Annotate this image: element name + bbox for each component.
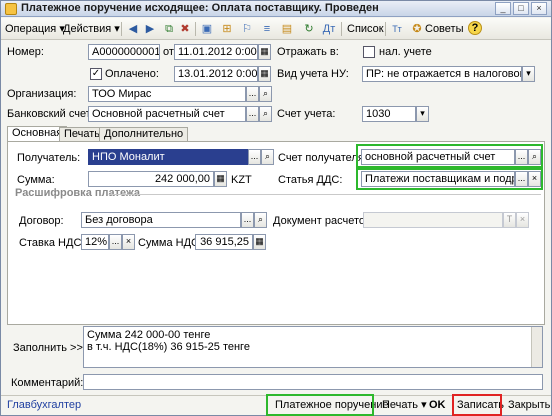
fill-button[interactable]: Заполнить >>: [13, 341, 83, 355]
sum-label: Сумма:: [17, 174, 55, 186]
comment-field[interactable]: [83, 374, 543, 390]
nu-dropdown-icon[interactable]: ▾: [522, 66, 535, 82]
contract-search-icon[interactable]: ⌕: [254, 212, 267, 228]
vat-sum-calculator-icon[interactable]: ▦: [253, 234, 266, 250]
close-button[interactable]: Закрыть: [508, 398, 550, 414]
payment-purpose-textarea[interactable]: Сумма 242 000-00 тенге в т.ч. НДС(18%) 3…: [83, 326, 543, 368]
from-label: от: [163, 46, 174, 58]
report-icon[interactable]: ≡: [259, 21, 275, 37]
forward-icon[interactable]: ▶: [142, 21, 158, 37]
calculator-icon[interactable]: ▤: [279, 21, 295, 37]
vat-sum-label: Сумма НДС:: [138, 237, 203, 249]
vat-rate-field[interactable]: 12%: [81, 234, 109, 250]
bank-account-select-icon[interactable]: ...: [246, 106, 259, 122]
payment-breakdown-header: Расшифровка платежа: [15, 187, 141, 199]
account-label: Счет учета:: [277, 108, 336, 120]
organization-search-icon[interactable]: ⌕: [259, 86, 272, 102]
bank-account-field[interactable]: Основной расчетный счет: [88, 106, 246, 122]
settlement-clear-icon[interactable]: ×: [516, 212, 529, 228]
organization-select-icon[interactable]: ...: [246, 86, 259, 102]
contract-label: Договор:: [19, 215, 64, 227]
account-dropdown-icon[interactable]: ▾: [416, 106, 429, 122]
bank-account-label: Банковский счет:: [7, 108, 94, 120]
tax-accounting-label: нал. учете: [379, 46, 432, 58]
recipient-label: Получатель:: [17, 152, 81, 164]
ok-button[interactable]: OK: [429, 398, 446, 414]
calculator-field-icon[interactable]: ▦: [214, 171, 227, 187]
toolbar: Операция ▾ Действия ▾ ◀ ▶ ⧉ ✖ ▣ ⊞ ⚐ ≡ ▤ …: [1, 18, 551, 40]
minimize-button[interactable]: _: [495, 2, 511, 15]
settlement-doc-field[interactable]: [363, 212, 503, 228]
copy-icon[interactable]: ⧉: [161, 21, 177, 37]
currency-label: KZT: [231, 174, 252, 186]
settlement-type-icon[interactable]: T: [503, 212, 516, 228]
calendar-icon[interactable]: ▦: [258, 44, 271, 60]
title-bar: Платежное поручение исходящее: Оплата по…: [1, 1, 551, 17]
highlight-payment-order: [266, 394, 374, 416]
tips-button[interactable]: Советы: [425, 21, 463, 37]
recipient-select-icon[interactable]: ...: [248, 149, 261, 165]
organization-field[interactable]: ТОО Мирас: [88, 86, 246, 102]
refresh-icon[interactable]: ↻: [301, 21, 317, 37]
tab-additional[interactable]: Дополнительно: [99, 127, 189, 142]
dds-label: Статья ДДС:: [278, 174, 343, 186]
vat-sum-field[interactable]: 36 915,25: [195, 234, 253, 250]
paid-calendar-icon[interactable]: ▦: [258, 66, 271, 82]
vat-rate-select-icon[interactable]: ...: [109, 234, 122, 250]
date-field[interactable]: 11.01.2012 0:00:00: [174, 44, 258, 60]
nu-label: Вид учета НУ:: [277, 68, 349, 80]
structure-icon[interactable]: ⊞: [219, 21, 235, 37]
list-button[interactable]: Список: [347, 21, 384, 37]
reflect-label: Отражать в:: [277, 46, 339, 58]
purpose-line-1: Сумма 242 000-00 тенге: [87, 329, 211, 341]
actions-menu[interactable]: Действия ▾: [63, 21, 120, 37]
recipient-account-label: Счет получателя:: [278, 152, 367, 164]
document-move-icon[interactable]: ▣: [199, 21, 215, 37]
highlight-save: [452, 394, 502, 416]
transactions-icon[interactable]: Дт: [321, 21, 337, 37]
settlement-doc-label: Документ расчетов:: [273, 215, 374, 227]
organization-label: Организация:: [7, 88, 77, 100]
paid-date-field[interactable]: 13.01.2012 0:00:00: [174, 66, 258, 82]
highlight-dds: [356, 166, 543, 190]
window-title: Платежное поручение исходящее: Оплата по…: [21, 2, 379, 14]
delete-icon[interactable]: ✖: [177, 21, 193, 37]
tips-icon: ✪: [412, 23, 422, 35]
purpose-line-2: в т.ч. НДС(18%) 36 915-25 тенге: [87, 341, 250, 353]
number-field[interactable]: А0000000001: [88, 44, 160, 60]
print-menu-button[interactable]: Печать ▾: [382, 398, 427, 414]
document-icon: [5, 3, 17, 15]
bank-account-search-icon[interactable]: ⌕: [259, 106, 272, 122]
paid-label: Оплачено:: [105, 68, 159, 80]
purpose-scrollbar[interactable]: [531, 327, 542, 367]
operation-menu[interactable]: Операция ▾: [5, 21, 65, 37]
text-icon[interactable]: Tт: [389, 21, 405, 37]
section-divider: [109, 194, 541, 195]
close-window-button[interactable]: ×: [531, 2, 547, 15]
vat-rate-label: Ставка НДС:: [19, 237, 85, 249]
help-button[interactable]: ?: [468, 21, 482, 35]
tax-accounting-checkbox[interactable]: [363, 46, 375, 58]
recipient-field[interactable]: НПО Моналит: [88, 149, 248, 165]
document-window: Платежное поручение исходящее: Оплата по…: [0, 0, 552, 416]
sum-field[interactable]: 242 000,00: [88, 171, 214, 187]
number-label: Номер:: [7, 46, 44, 58]
contract-select-icon[interactable]: ...: [241, 212, 254, 228]
recipient-search-icon[interactable]: ⌕: [261, 149, 274, 165]
nu-field[interactable]: ПР: не отражается в налоговом учет: [362, 66, 522, 82]
back-icon[interactable]: ◀: [125, 21, 141, 37]
account-field[interactable]: 1030: [362, 106, 416, 122]
post-icon[interactable]: ⚐: [239, 21, 255, 37]
paid-checkbox[interactable]: ✓: [90, 68, 102, 80]
chief-accountant-link[interactable]: Главбухгалтер: [7, 398, 81, 414]
comment-label: Комментарий:: [11, 377, 84, 389]
maximize-button[interactable]: □: [513, 2, 529, 15]
vat-rate-clear-icon[interactable]: ×: [122, 234, 135, 250]
contract-field[interactable]: Без договора: [81, 212, 241, 228]
